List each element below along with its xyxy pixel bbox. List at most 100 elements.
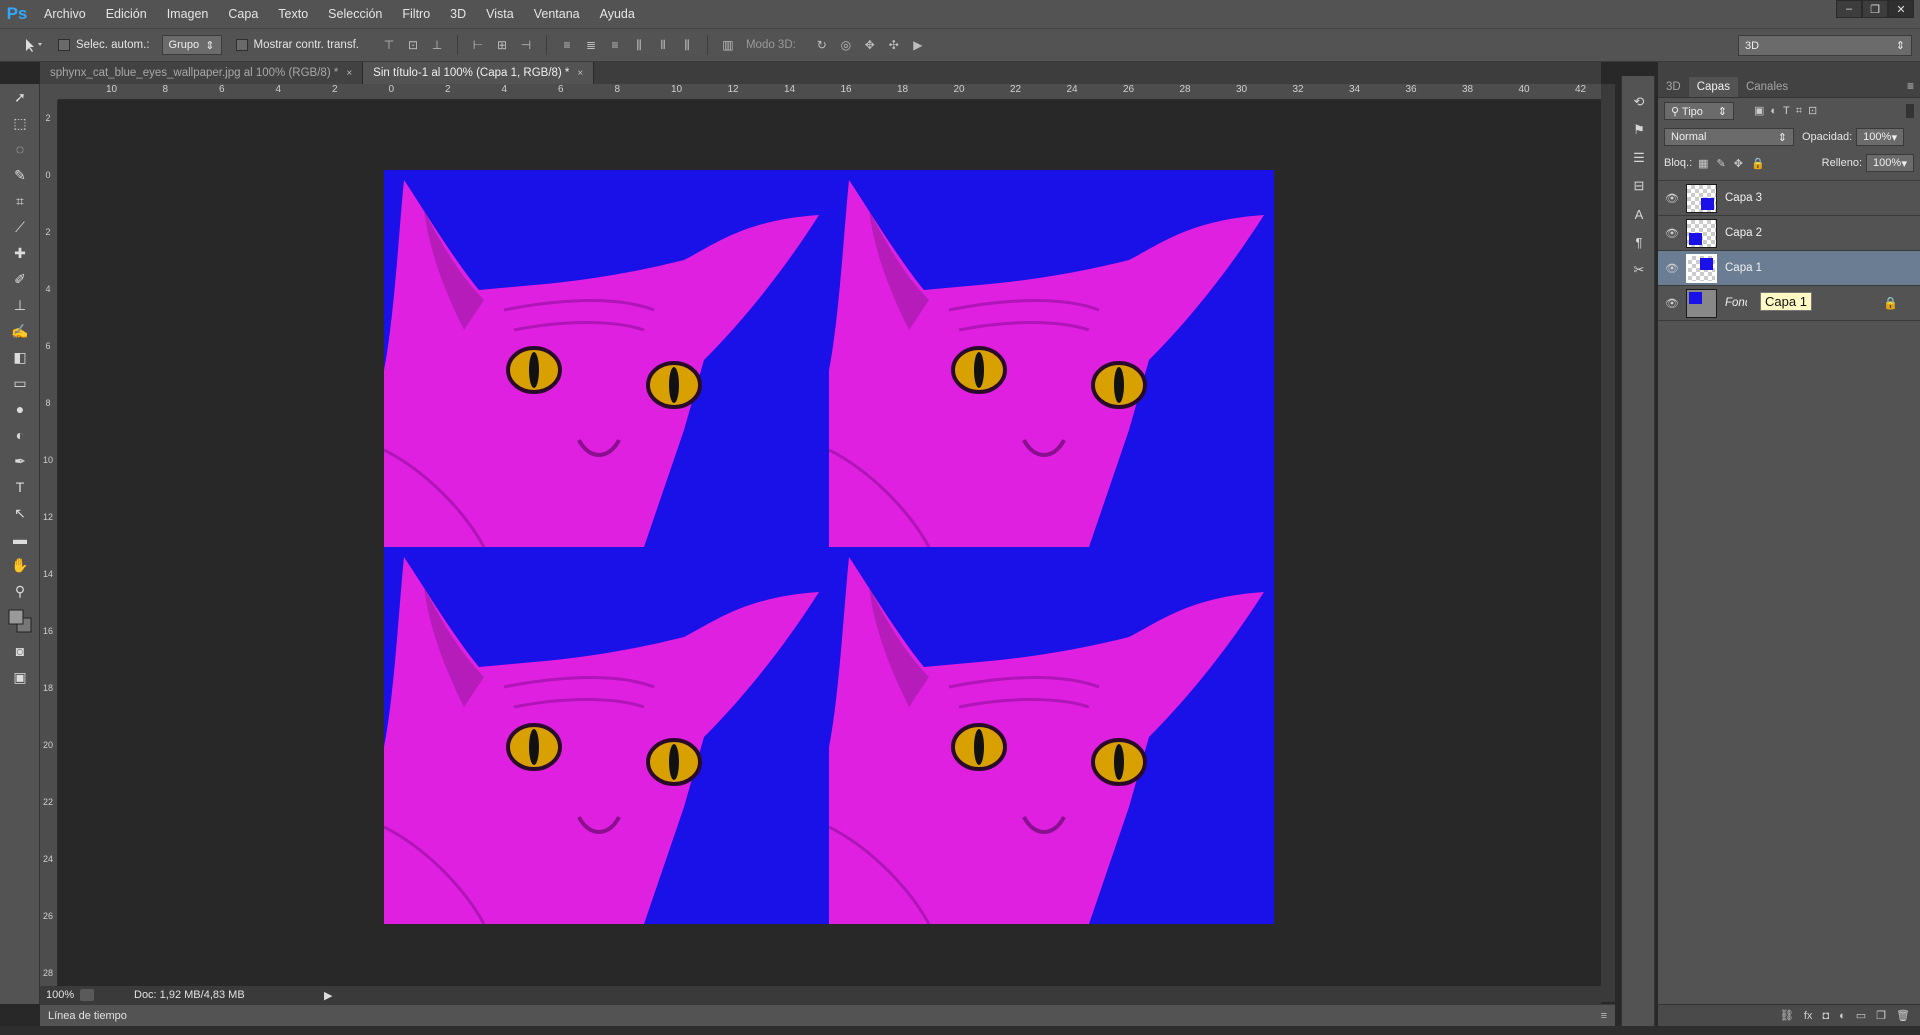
marquee-tool-icon[interactable]: ⬚ [0, 110, 40, 136]
align-vcenter-icon[interactable]: ⊡ [403, 35, 423, 55]
lasso-tool-icon[interactable]: ◌ [0, 136, 40, 162]
link-layers-icon[interactable]: ⛓ [1780, 1009, 1794, 1022]
close-button[interactable]: ✕ [1888, 0, 1914, 18]
lock-icons[interactable]: ▦✎✥🔒 [1698, 157, 1773, 170]
hand-tool-icon[interactable]: ✋ [0, 552, 40, 578]
new-group-icon[interactable]: ▭ [1856, 1009, 1866, 1022]
restore-button[interactable]: ❐ [1862, 0, 1888, 18]
menu-item[interactable]: Archivo [34, 0, 96, 28]
crop-tool-icon[interactable]: ⌗ [0, 188, 40, 214]
menu-item[interactable]: Edición [96, 0, 157, 28]
eye-icon[interactable]: 👁 [1658, 262, 1686, 275]
menu-item[interactable]: Ayuda [590, 0, 645, 28]
tab-capas[interactable]: Capas [1688, 77, 1738, 97]
adjustments-icon[interactable]: ☰ [1622, 144, 1656, 172]
menu-item[interactable]: Vista [476, 0, 524, 28]
trash-icon[interactable]: 🗑 [1896, 1009, 1910, 1022]
history-brush-icon[interactable]: ✍ [0, 318, 40, 344]
eye-icon[interactable]: 👁 [1658, 192, 1686, 205]
auto-select-checkbox[interactable] [58, 39, 70, 51]
move-tool-icon[interactable]: ➚ [0, 84, 40, 110]
align-right-icon[interactable]: ⊣ [516, 35, 536, 55]
document-canvas[interactable] [384, 170, 1274, 924]
eraser-tool-icon[interactable]: ◧ [0, 344, 40, 370]
shape-tool-icon[interactable]: ▬ [0, 526, 40, 552]
character-icon[interactable]: A [1622, 200, 1656, 228]
vertical-scrollbar[interactable] [1601, 84, 1615, 1002]
zoom-tool-icon[interactable]: ⚲ [0, 578, 40, 604]
close-icon[interactable]: × [346, 68, 352, 79]
fill-field[interactable]: 100% ▾ [1866, 154, 1914, 172]
quick-select-tool-icon[interactable]: ✎ [0, 162, 40, 188]
layer-capa-1[interactable]: 👁 Capa 1 [1658, 251, 1920, 286]
orbit-3d-icon[interactable]: ↻ [812, 35, 832, 55]
actions-icon[interactable]: ⚑ [1622, 116, 1656, 144]
eye-icon[interactable]: 👁 [1658, 227, 1686, 240]
align-bottom-icon[interactable]: ⊥ [427, 35, 447, 55]
adjustment-layer-icon[interactable]: ◐ [1839, 1010, 1846, 1022]
distribute-vcenter-icon[interactable]: ≣ [581, 35, 601, 55]
dodge-tool-icon[interactable]: ◐ [0, 422, 40, 448]
filter-type-dropdown[interactable]: ⚲ Tipo ⇕ [1664, 102, 1734, 120]
menu-item[interactable]: Imagen [157, 0, 219, 28]
menu-item[interactable]: Ventana [524, 0, 590, 28]
close-icon[interactable]: × [577, 68, 583, 79]
blur-tool-icon[interactable]: ● [0, 396, 40, 422]
workspace-dropdown[interactable]: 3D ⇕ [1738, 35, 1912, 56]
distribute-top-icon[interactable]: ≡ [557, 35, 577, 55]
fx-icon[interactable]: fx [1804, 1010, 1813, 1022]
timeline-label[interactable]: Línea de tiempo [48, 1010, 127, 1022]
filter-toggle[interactable] [1906, 104, 1914, 118]
opacity-field[interactable]: 100% ▾ [1856, 128, 1905, 146]
show-transform-checkbox[interactable] [235, 39, 248, 51]
color-swatches[interactable] [0, 604, 40, 638]
blend-mode-dropdown[interactable]: Normal ⇕ [1664, 128, 1794, 146]
menu-item[interactable]: Texto [268, 0, 318, 28]
layer-capa-2[interactable]: 👁 Capa 2 [1658, 216, 1920, 251]
zoom-level[interactable]: 100% [40, 989, 80, 1001]
status-info-icon[interactable] [80, 989, 94, 1001]
panel-collapse-bar[interactable] [1658, 62, 1920, 76]
layer-capa-3[interactable]: 👁 Capa 3 [1658, 181, 1920, 216]
tab-sphynx[interactable]: sphynx_cat_blue_eyes_wallpaper.jpg al 10… [40, 62, 364, 84]
quick-mask-icon[interactable]: ◙ [0, 638, 40, 664]
scale-3d-icon[interactable]: ▶ [908, 35, 928, 55]
align-left-icon[interactable]: ⊢ [468, 35, 488, 55]
align-top-icon[interactable]: ⊤ [379, 35, 399, 55]
eyedropper-tool-icon[interactable]: ⟋ [0, 214, 40, 240]
properties-icon[interactable]: ⊟ [1622, 172, 1656, 200]
auto-select-dropdown[interactable]: Grupo ⇕ [161, 35, 222, 55]
canvas-area[interactable] [58, 100, 1601, 986]
tab-canales[interactable]: Canales [1738, 77, 1796, 97]
path-select-icon[interactable]: ↖ [0, 500, 40, 526]
pan-3d-icon[interactable]: ✥ [860, 35, 880, 55]
timeline-menu-icon[interactable]: ≡ [1601, 1010, 1607, 1022]
new-layer-icon[interactable]: ❐ [1876, 1009, 1886, 1022]
stamp-tool-icon[interactable]: ⊥ [0, 292, 40, 318]
roll-3d-icon[interactable]: ◎ [836, 35, 856, 55]
panel-menu-icon[interactable]: ≡ [1907, 79, 1914, 93]
add-mask-icon[interactable]: ◘ [1822, 1010, 1829, 1022]
menu-item[interactable]: 3D [440, 0, 476, 28]
type-tool-icon[interactable]: T [0, 474, 40, 500]
layer-fondo[interactable]: 👁 Fondo Capa 1 🔒 [1658, 286, 1920, 321]
status-menu-arrow-icon[interactable]: ▶ [324, 989, 332, 1002]
distribute-right-icon[interactable]: ⫼ [677, 35, 697, 55]
tool-presets-icon[interactable]: ✂ [1622, 256, 1656, 284]
align-hcenter-icon[interactable]: ⊞ [492, 35, 512, 55]
history-icon[interactable]: ⟲ [1622, 88, 1656, 116]
distribute-left-icon[interactable]: ⫼ [629, 35, 649, 55]
auto-align-icon[interactable]: ▥ [718, 35, 738, 55]
slide-3d-icon[interactable]: ✣ [884, 35, 904, 55]
menu-item[interactable]: Filtro [392, 0, 440, 28]
tab-sin-titulo[interactable]: Sin título-1 al 100% (Capa 1, RGB/8) * × [363, 62, 595, 84]
filter-icons[interactable]: ▣◐T⌗⊡ [1754, 104, 1823, 118]
distribute-hcenter-icon[interactable]: ⫴ [653, 35, 673, 55]
minimize-button[interactable]: – [1836, 0, 1862, 18]
paragraph-icon[interactable]: ¶ [1622, 228, 1656, 256]
brush-tool-icon[interactable]: ✐ [0, 266, 40, 292]
screen-mode-icon[interactable]: ▣ [0, 664, 40, 690]
distribute-bottom-icon[interactable]: ≡ [605, 35, 625, 55]
tab-3d[interactable]: 3D [1658, 77, 1689, 97]
healing-brush-icon[interactable]: ✚ [0, 240, 40, 266]
